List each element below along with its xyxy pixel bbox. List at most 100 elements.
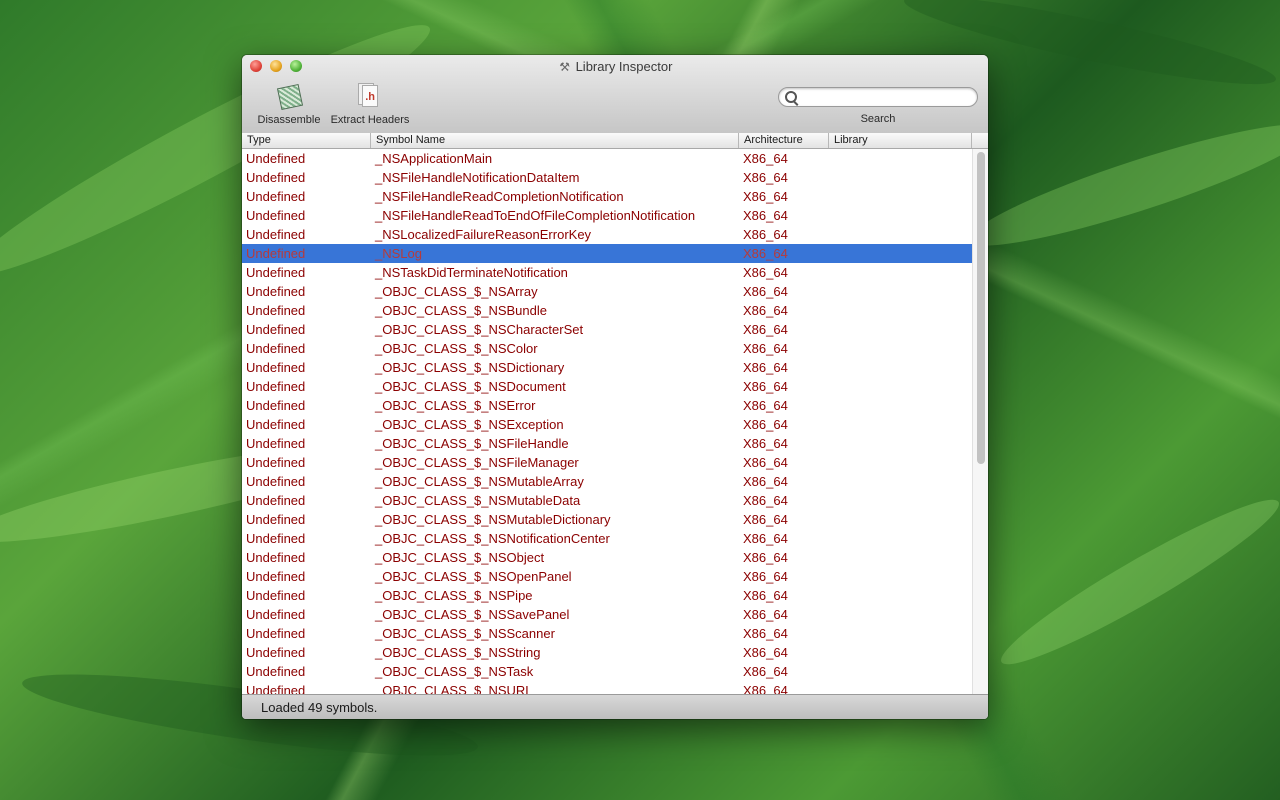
table-row[interactable]: Undefined _OBJC_CLASS_$_NSTask X86_64 bbox=[242, 662, 972, 681]
symbol-name-cell: _OBJC_CLASS_$_NSFileManager bbox=[375, 455, 579, 470]
architecture-cell: X86_64 bbox=[743, 569, 788, 584]
disassemble-icon bbox=[275, 83, 304, 111]
window-title-text: Library Inspector bbox=[575, 59, 673, 74]
architecture-cell: X86_64 bbox=[743, 436, 788, 451]
architecture-cell: X86_64 bbox=[743, 531, 788, 546]
table-header: Type Symbol Name Architecture Library bbox=[242, 133, 988, 149]
type-cell: Undefined bbox=[246, 569, 306, 584]
type-cell: Undefined bbox=[246, 379, 306, 394]
table-body: Undefined _NSApplicationMain X86_64 Undefin… bbox=[242, 149, 972, 694]
disassemble-button[interactable]: Disassemble bbox=[250, 83, 328, 126]
table-row[interactable]: Undefined _OBJC_CLASS_$_NSSavePanel X86_64 bbox=[242, 605, 972, 624]
type-cell: Undefined bbox=[246, 189, 306, 204]
architecture-cell: X86_64 bbox=[743, 284, 788, 299]
search-input[interactable] bbox=[801, 90, 975, 106]
type-cell: Undefined bbox=[246, 398, 306, 413]
architecture-cell: X86_64 bbox=[743, 645, 788, 660]
table-row[interactable]: Undefined _NSTaskDidTerminateNotification… bbox=[242, 263, 972, 282]
type-cell: Undefined bbox=[246, 284, 306, 299]
architecture-cell: X86_64 bbox=[743, 493, 788, 508]
table-row[interactable]: Undefined _OBJC_CLASS_$_NSMutableDictiona… bbox=[242, 510, 972, 529]
type-cell: Undefined bbox=[246, 474, 306, 489]
disassemble-label: Disassemble bbox=[257, 114, 321, 126]
table-row[interactable]: Undefined _OBJC_CLASS_$_NSColor X86_64 bbox=[242, 339, 972, 358]
architecture-cell: X86_64 bbox=[743, 398, 788, 413]
symbol-name-cell: _NSFileHandleReadCompletionNotification bbox=[375, 189, 624, 204]
symbols-table: Type Symbol Name Architecture Library Un… bbox=[242, 133, 988, 694]
architecture-cell: X86_64 bbox=[743, 170, 788, 185]
symbol-name-cell: _OBJC_CLASS_$_NSFileHandle bbox=[375, 436, 569, 451]
type-cell: Undefined bbox=[246, 607, 306, 622]
architecture-cell: X86_64 bbox=[743, 265, 788, 280]
table-row[interactable]: Undefined _OBJC_CLASS_$_NSMutableData X86_… bbox=[242, 491, 972, 510]
column-header-library[interactable]: Library bbox=[829, 133, 972, 148]
table-row[interactable]: Undefined _OBJC_CLASS_$_NSString X86_64 bbox=[242, 643, 972, 662]
architecture-cell: X86_64 bbox=[743, 550, 788, 565]
table-row[interactable]: Undefined _OBJC_CLASS_$_NSFileHandle X86_6… bbox=[242, 434, 972, 453]
symbol-name-cell: _OBJC_CLASS_$_NSTask bbox=[375, 664, 534, 679]
type-cell: Undefined bbox=[246, 246, 306, 261]
symbol-name-cell: _OBJC_CLASS_$_NSBundle bbox=[375, 303, 547, 318]
table-row[interactable]: Undefined _OBJC_CLASS_$_NSDictionary X86_6… bbox=[242, 358, 972, 377]
table-row[interactable]: Undefined _NSApplicationMain X86_64 bbox=[242, 149, 972, 168]
table-row[interactable]: Undefined _OBJC_CLASS_$_NSFileManager X86_… bbox=[242, 453, 972, 472]
symbol-name-cell: _OBJC_CLASS_$_NSMutableArray bbox=[375, 474, 584, 489]
library-inspector-window: ⚒ Library Inspector Disassemble .h Extrac… bbox=[242, 55, 988, 719]
column-header-architecture[interactable]: Architecture bbox=[739, 133, 829, 148]
symbol-name-cell: _OBJC_CLASS_$_NSOpenPanel bbox=[375, 569, 572, 584]
symbol-name-cell: _NSLog bbox=[375, 246, 422, 261]
table-row[interactable]: Undefined _NSFileHandleReadCompletionNoti… bbox=[242, 187, 972, 206]
type-cell: Undefined bbox=[246, 626, 306, 641]
table-row[interactable]: Undefined _OBJC_CLASS_$_NSNotificationCen… bbox=[242, 529, 972, 548]
type-cell: Undefined bbox=[246, 512, 306, 527]
symbol-name-cell: _OBJC_CLASS_$_NSError bbox=[375, 398, 536, 413]
table-row[interactable]: Undefined _OBJC_CLASS_$_NSPipe X86_64 bbox=[242, 586, 972, 605]
search-icon bbox=[785, 91, 797, 103]
wallpaper-grass bbox=[961, 105, 1280, 265]
architecture-cell: X86_64 bbox=[743, 379, 788, 394]
type-cell: Undefined bbox=[246, 151, 306, 166]
table-row[interactable]: Undefined _OBJC_CLASS_$_NSCharacterSet X86… bbox=[242, 320, 972, 339]
type-cell: Undefined bbox=[246, 493, 306, 508]
architecture-cell: X86_64 bbox=[743, 360, 788, 375]
symbol-name-cell: _OBJC_CLASS_$_NSColor bbox=[375, 341, 538, 356]
table-row[interactable]: Undefined _NSLocalizedFailureReasonErrorK… bbox=[242, 225, 972, 244]
architecture-cell: X86_64 bbox=[743, 474, 788, 489]
symbol-name-cell: _OBJC_CLASS_$_NSDictionary bbox=[375, 360, 565, 375]
symbol-name-cell: _OBJC_CLASS_$_NSDocument bbox=[375, 379, 566, 394]
table-row[interactable]: Undefined _OBJC_CLASS_$_NSException X86_64 bbox=[242, 415, 972, 434]
table-row[interactable]: Undefined _NSFileHandleReadToEndOfFileCom… bbox=[242, 206, 972, 225]
table-row[interactable]: Undefined _OBJC_CLASS_$_NSArray X86_64 bbox=[242, 282, 972, 301]
table-row[interactable]: Undefined _OBJC_CLASS_$_NSDocument X86_64 bbox=[242, 377, 972, 396]
architecture-cell: X86_64 bbox=[743, 322, 788, 337]
table-row[interactable]: Undefined _OBJC_CLASS_$_NSURL X86_64 bbox=[242, 681, 972, 694]
architecture-cell: X86_64 bbox=[743, 208, 788, 223]
column-header-type[interactable]: Type bbox=[242, 133, 371, 148]
vertical-scrollbar[interactable] bbox=[972, 149, 988, 694]
magnifier-app-icon: ⚒ bbox=[559, 60, 570, 74]
table-row[interactable]: Undefined _OBJC_CLASS_$_NSOpenPanel X86_64 bbox=[242, 567, 972, 586]
symbol-name-cell: _OBJC_CLASS_$_NSString bbox=[375, 645, 541, 660]
table-row[interactable]: Undefined _NSLog X86_64 bbox=[242, 244, 972, 263]
architecture-cell: X86_64 bbox=[743, 303, 788, 318]
table-row[interactable]: Undefined _NSFileHandleNotificationDataIt… bbox=[242, 168, 972, 187]
extract-headers-button[interactable]: .h Extract Headers bbox=[326, 83, 414, 126]
status-text: Loaded 49 symbols. bbox=[261, 700, 378, 715]
scrollbar-thumb[interactable] bbox=[977, 152, 985, 464]
table-row[interactable]: Undefined _OBJC_CLASS_$_NSMutableArray X86… bbox=[242, 472, 972, 491]
search-field[interactable] bbox=[778, 87, 978, 107]
type-cell: Undefined bbox=[246, 455, 306, 470]
symbol-name-cell: _NSTaskDidTerminateNotification bbox=[375, 265, 568, 280]
symbol-name-cell: _NSFileHandleReadToEndOfFileCompletionNo… bbox=[375, 208, 696, 223]
table-row[interactable]: Undefined _OBJC_CLASS_$_NSBundle X86_64 bbox=[242, 301, 972, 320]
column-header-symbol-name[interactable]: Symbol Name bbox=[371, 133, 739, 148]
symbol-name-cell: _OBJC_CLASS_$_NSException bbox=[375, 417, 564, 432]
symbol-name-cell: _OBJC_CLASS_$_NSSavePanel bbox=[375, 607, 570, 622]
table-row[interactable]: Undefined _OBJC_CLASS_$_NSScanner X86_64 bbox=[242, 624, 972, 643]
table-row[interactable]: Undefined _OBJC_CLASS_$_NSObject X86_64 bbox=[242, 548, 972, 567]
table-row[interactable]: Undefined _OBJC_CLASS_$_NSError X86_64 bbox=[242, 396, 972, 415]
symbol-name-cell: _NSLocalizedFailureReasonErrorKey bbox=[375, 227, 592, 242]
symbol-name-cell: _OBJC_CLASS_$_NSCharacterSet bbox=[375, 322, 584, 337]
architecture-cell: X86_64 bbox=[743, 417, 788, 432]
type-cell: Undefined bbox=[246, 227, 306, 242]
